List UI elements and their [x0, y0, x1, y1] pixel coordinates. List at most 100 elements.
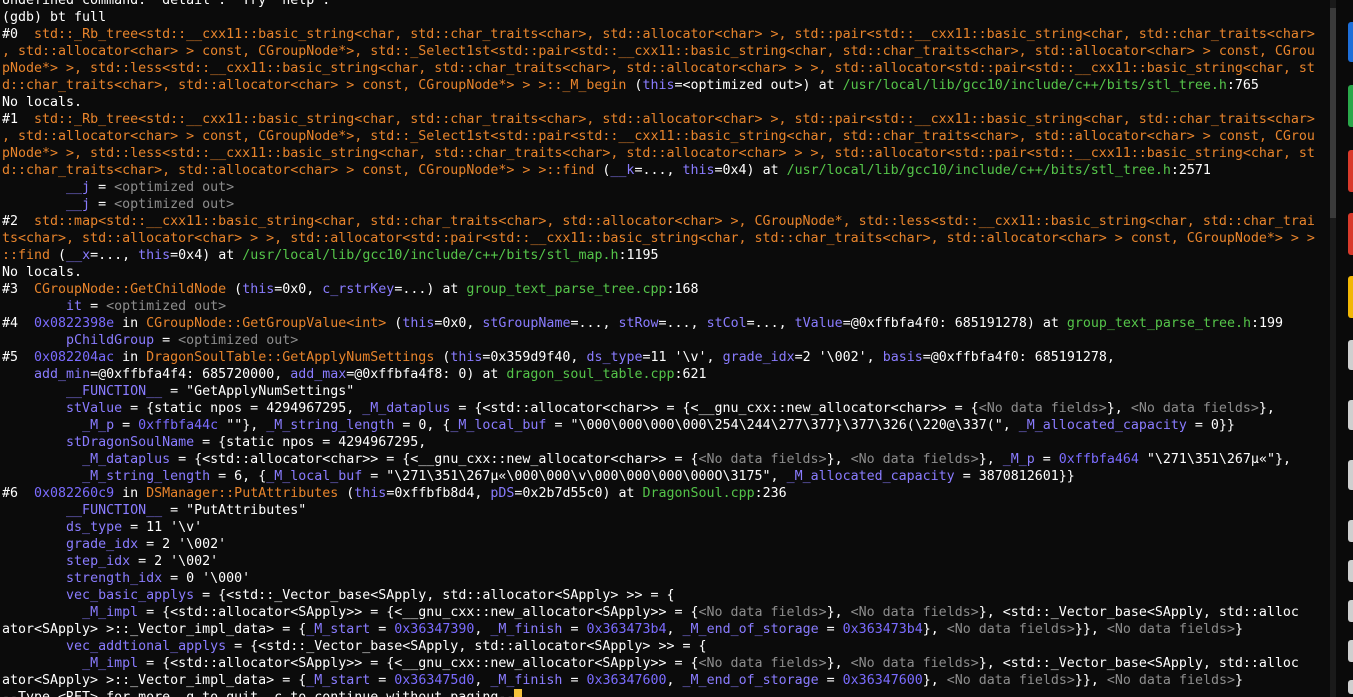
text-segment: [2, 401, 66, 416]
text-segment: :168: [666, 282, 699, 297]
text-segment: <No data fields>: [698, 452, 827, 467]
text-segment: <No data fields>: [1106, 673, 1235, 688]
text-segment: }, <std::_Vector_base<SApply, std::alloc: [978, 605, 1299, 620]
text-segment: = {<std::_Vector_base<SApply, std::alloc…: [226, 639, 707, 654]
text-segment: __j: [66, 180, 91, 195]
text-segment: stDragonSoulName: [66, 435, 195, 450]
terminal-line: stDragonSoulName = {static npos = 429496…: [2, 434, 1330, 451]
text-segment: CGroupNode::GetGroupValue<int>: [146, 316, 387, 331]
terminal-line: d::char_traits<char>, std::allocator<cha…: [2, 162, 1330, 179]
text-segment: =: [370, 673, 395, 688]
text-segment: =...,: [90, 248, 139, 263]
text-segment: _M_p: [1002, 452, 1035, 467]
side-tab-5[interactable]: [1348, 340, 1353, 370]
text-segment: #6: [2, 486, 35, 501]
text-segment: }: [1234, 622, 1243, 637]
text-segment: (: [50, 248, 67, 263]
text-segment: =: [370, 622, 395, 637]
text-segment: =...,: [658, 316, 707, 331]
text-segment: __x: [66, 248, 91, 263]
terminal-line: __FUNCTION__ = "PutAttributes": [2, 502, 1330, 519]
side-tab-4[interactable]: [1348, 276, 1353, 318]
terminal-line: __j = <optimized out>: [2, 179, 1330, 196]
text-segment: d::char_traits<char>, std::allocator<cha…: [2, 163, 595, 178]
text-segment: (: [386, 316, 403, 331]
side-tab-2[interactable]: [1348, 150, 1353, 192]
side-tab-6[interactable]: [1348, 400, 1353, 430]
text-segment: <No data fields>: [1106, 622, 1235, 637]
side-tab-7[interactable]: [1348, 460, 1353, 490]
terminal-line: pNode*> >, std::less<std::__cxx11::basic…: [2, 60, 1330, 77]
text-segment: _M_string_length: [266, 418, 395, 433]
text-segment: <No data fields>: [946, 622, 1075, 637]
text-segment: #5: [2, 350, 35, 365]
text-segment: =@0xffbfa4f8: 0) at: [346, 367, 507, 382]
terminal-line: vec_basic_applys = {<std::_Vector_base<S…: [2, 587, 1330, 604]
text-segment: _M_allocated_capacity: [1018, 418, 1187, 433]
text-segment: <No data fields>: [1130, 401, 1259, 416]
text-segment: [2, 537, 66, 552]
terminal-line: vec_addtional_applys = {<std::_Vector_ba…: [2, 638, 1330, 655]
text-segment: },: [922, 673, 947, 688]
text-segment: <No data fields>: [850, 452, 979, 467]
text-segment: [2, 588, 66, 603]
text-segment: _M_dataplus: [82, 452, 171, 467]
text-segment: 0xffbfa44c: [138, 418, 219, 433]
text-segment: <No data fields>: [850, 605, 979, 620]
terminal-output[interactable]: Undefined command: "detail". Try "help".…: [0, 0, 1330, 697]
side-tab-9[interactable]: [1348, 560, 1353, 582]
side-tab-11[interactable]: [1348, 640, 1353, 662]
text-segment: ds_type: [586, 350, 643, 365]
text-segment: tValue: [794, 316, 843, 331]
text-segment: =0x4) at: [714, 163, 787, 178]
text-segment: _M_finish: [490, 673, 563, 688]
text-segment: =...,: [746, 316, 795, 331]
text-segment: ::find: [2, 248, 51, 263]
terminal-line: ts<char>, std::allocator<char> > >, std:…: [2, 230, 1330, 247]
text-segment: in: [114, 350, 147, 365]
text-segment: this: [682, 163, 715, 178]
terminal-line: , std::allocator<char> > const, CGroupNo…: [2, 43, 1330, 60]
text-segment: <optimized out>: [106, 299, 227, 314]
text-segment: stGroupName: [482, 316, 571, 331]
text-segment: 0x082204ac: [34, 350, 115, 365]
text-segment: (: [338, 486, 355, 501]
side-tab-3[interactable]: [1348, 213, 1353, 255]
terminal-line: #0 std::_Rb_tree<std::__cxx11::basic_str…: [2, 26, 1330, 43]
text-segment: #4: [2, 316, 35, 331]
text-segment: stRow: [618, 316, 659, 331]
text-segment: this: [242, 282, 275, 297]
text-segment: pDS: [490, 486, 515, 501]
side-tab-0[interactable]: [1348, 22, 1353, 62]
side-tab-10[interactable]: [1348, 600, 1353, 622]
text-segment: [2, 656, 82, 671]
text-segment: this: [138, 248, 171, 263]
text-segment: },: [826, 605, 851, 620]
text-segment: =: [1034, 452, 1059, 467]
text-segment: = "\000\000\000\000\254\244\277\377}\377…: [546, 418, 1019, 433]
side-tab-1[interactable]: [1348, 85, 1353, 127]
text-segment: this: [354, 486, 387, 501]
text-segment: /usr/local/lib/gcc10/include/c++/bits/st…: [786, 163, 1171, 178]
text-segment: _M_impl: [82, 605, 139, 620]
side-tab-8[interactable]: [1348, 520, 1353, 542]
text-segment: = {<std::allocator<char>> = {<__gnu_cxx:…: [170, 452, 699, 467]
text-segment: :2571: [1170, 163, 1211, 178]
terminal-line: , std::allocator<char> > const, CGroupNo…: [2, 128, 1330, 145]
text-segment: :765: [1226, 78, 1259, 93]
text-segment: =: [562, 673, 587, 688]
text-segment: 0x363473b4: [586, 622, 667, 637]
text-segment: [2, 367, 34, 382]
terminal-line: strength_idx = 0 '\000': [2, 570, 1330, 587]
text-segment: = 2 '\002': [138, 537, 227, 552]
text-segment: ator<SApply> >::_Vector_impl_data> = {: [2, 673, 307, 688]
text-segment: =@0xffbfa4f0: 685191278,: [922, 350, 1115, 365]
text-segment: [2, 180, 66, 195]
terminal-line: #3 CGroupNode::GetChildNode (this=0x0, c…: [2, 281, 1330, 298]
text-segment: 0x36347600: [842, 673, 923, 688]
text-segment: pChildGroup: [66, 333, 155, 348]
text-segment: group_text_parse_tree.h: [1066, 316, 1251, 331]
side-tab-12[interactable]: [1348, 680, 1353, 694]
text-segment: , std::allocator<char> > const, CGroupNo…: [2, 44, 1315, 59]
text-segment: = "GetApplyNumSettings": [162, 384, 355, 399]
